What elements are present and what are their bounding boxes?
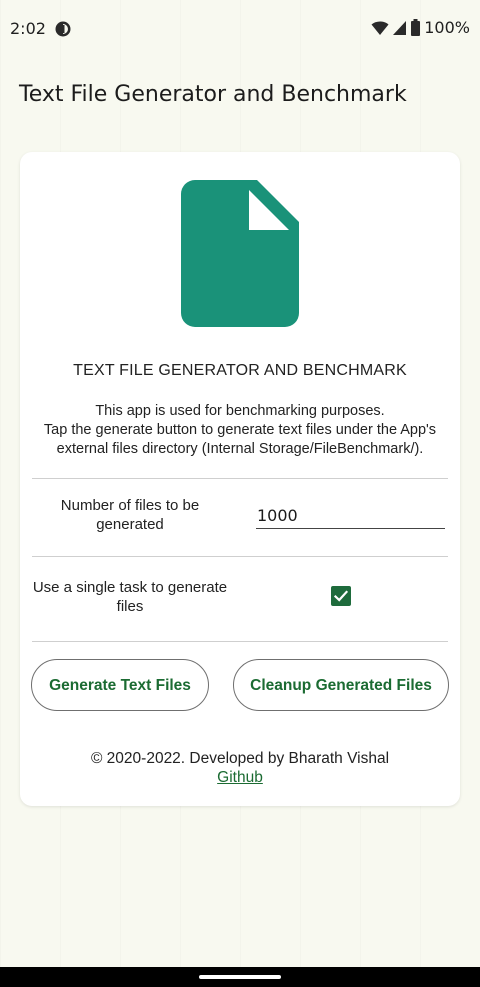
file-icon [181,180,299,327]
description-line: This app is used for benchmarking purpos… [95,403,385,419]
description-line: external files directory (Internal Stora… [56,441,424,457]
divider [32,478,448,479]
copyright-text: © 2020-2022. Developed by Bharath Vishal [90,750,390,767]
navigation-bar [0,967,480,987]
signal-icon [393,20,407,35]
description: This app is used for benchmarking purpos… [30,402,450,459]
cleanup-generated-files-button[interactable]: Cleanup Generated Files [233,659,449,711]
card-heading: TEXT FILE GENERATOR AND BENCHMARK [73,362,407,379]
status-time: 2:02 [10,19,46,38]
footer: © 2020-2022. Developed by Bharath Vishal… [20,749,460,787]
app-title: Text File Generator and Benchmark [19,82,407,107]
wifi-icon [371,21,389,35]
battery-icon [411,19,421,36]
status-icons: 100% [371,18,470,37]
status-bar: 2:02 100% [0,0,480,58]
description-line: Tap the generate button to generate text… [43,422,437,438]
app-notification-icon [55,21,71,37]
divider [32,556,448,557]
divider [32,641,448,642]
home-handle[interactable] [199,975,281,979]
main-card: TEXT FILE GENERATOR AND BENCHMARK This a… [20,152,460,806]
single-task-checkbox[interactable] [331,586,351,606]
battery-percent: 100% [424,18,470,37]
generate-text-files-button[interactable]: Generate Text Files [31,659,209,711]
files-count-label: Number of files to be generated [60,497,200,533]
single-task-label: Use a single task to generate files [32,579,228,615]
checkmark-icon [333,590,349,602]
files-count-input[interactable] [256,502,445,529]
github-link[interactable]: Github [217,768,263,787]
